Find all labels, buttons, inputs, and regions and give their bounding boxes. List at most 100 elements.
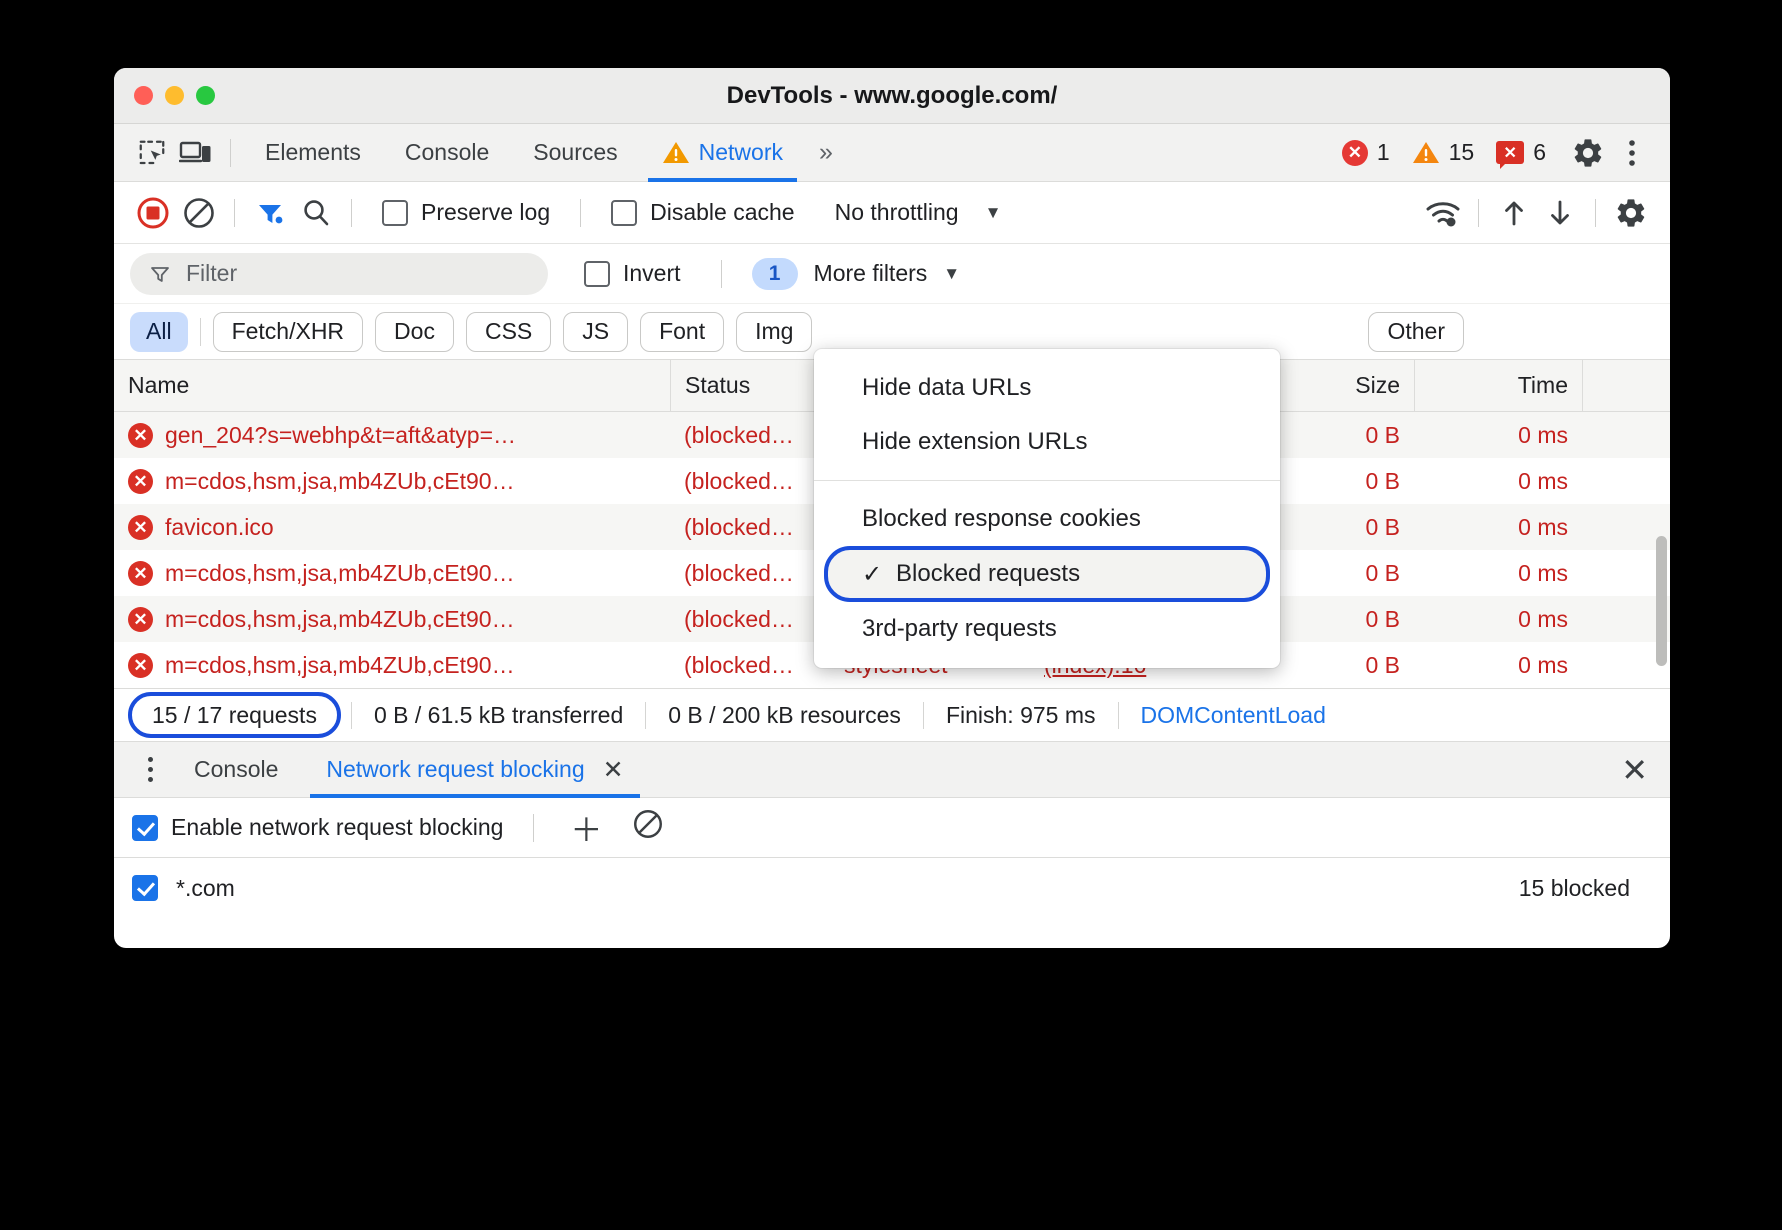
- export-har-icon[interactable]: [1537, 190, 1583, 236]
- menu-item-hide-extension-urls-label: Hide extension URLs: [862, 428, 1087, 456]
- device-toolbar-icon[interactable]: [174, 133, 218, 173]
- issues-counter[interactable]: ✕ 6: [1496, 139, 1560, 166]
- enable-blocking-checkbox[interactable]: Enable network request blocking: [132, 814, 503, 841]
- gear-icon[interactable]: [1566, 133, 1610, 173]
- menu-separator: [814, 480, 1280, 481]
- more-tabs-icon[interactable]: »: [805, 138, 843, 167]
- throttling-select[interactable]: No throttling ▼: [813, 199, 1002, 226]
- enable-blocking-box[interactable]: [132, 815, 158, 841]
- menu-item-3rd-party-requests-label: 3rd-party requests: [862, 615, 1057, 643]
- filter-input[interactable]: Filter: [130, 253, 548, 295]
- cell-time: 0 ms: [1414, 412, 1582, 458]
- close-window-button[interactable]: [134, 86, 153, 105]
- toolbar-divider: [351, 199, 352, 227]
- cell-size: 0 B: [1262, 412, 1414, 458]
- chevron-down-icon: ▼: [985, 203, 1002, 223]
- cell-size: 0 B: [1262, 550, 1414, 596]
- kebab-menu-icon[interactable]: [1610, 133, 1654, 173]
- disable-cache-label: Disable cache: [650, 199, 794, 226]
- cell-status: (blocked…: [670, 550, 830, 596]
- column-header-time[interactable]: Time: [1414, 360, 1582, 412]
- tab-elements[interactable]: Elements: [243, 124, 383, 182]
- tab-console[interactable]: Console: [383, 124, 511, 182]
- warning-triangle-icon: [662, 140, 690, 165]
- tab-network[interactable]: Network: [640, 124, 805, 182]
- maximize-window-button[interactable]: [196, 86, 215, 105]
- chip-font[interactable]: Font: [640, 312, 724, 352]
- throttling-value: No throttling: [835, 199, 959, 226]
- column-header-waterfall[interactable]: [1582, 360, 1670, 412]
- drawer-tab-console-label: Console: [194, 756, 278, 783]
- invert-box[interactable]: [584, 261, 610, 287]
- cell-status: (blocked…: [670, 504, 830, 550]
- table-scrollbar[interactable]: [1656, 536, 1667, 666]
- warning-counter[interactable]: 15: [1412, 139, 1489, 166]
- close-icon[interactable]: ✕: [603, 755, 624, 785]
- network-summary-bar: 15 / 17 requests 0 B / 61.5 kB transferr…: [114, 688, 1670, 742]
- add-pattern-icon[interactable]: ＋: [564, 805, 608, 851]
- chip-js-label: JS: [582, 318, 609, 345]
- clear-icon[interactable]: [176, 190, 222, 236]
- tab-sources[interactable]: Sources: [511, 124, 639, 182]
- pattern-enabled-checkbox[interactable]: [132, 875, 158, 901]
- drawer-close-icon[interactable]: ✕: [1621, 754, 1648, 786]
- menu-item-hide-data-urls[interactable]: Hide data URLs: [814, 361, 1280, 415]
- cell-waterfall: [1582, 458, 1670, 504]
- column-header-status[interactable]: Status: [670, 360, 830, 412]
- cell-status: (blocked…: [670, 412, 830, 458]
- blocked-pattern-row[interactable]: *.com 15 blocked: [114, 858, 1670, 918]
- menu-item-blocked-response-cookies-label: Blocked response cookies: [862, 505, 1141, 533]
- menu-item-blocked-requests[interactable]: ✓ Blocked requests: [824, 546, 1270, 602]
- menu-item-3rd-party-requests[interactable]: 3rd-party requests: [814, 602, 1280, 656]
- disable-cache-checkbox[interactable]: Disable cache: [593, 199, 812, 226]
- chip-other-label: Other: [1387, 318, 1445, 345]
- summary-requests: 15 / 17 requests: [128, 692, 341, 738]
- record-stop-icon[interactable]: [130, 190, 176, 236]
- more-filters-button[interactable]: 1 More filters ▼: [734, 258, 961, 290]
- drawer-tab-network-request-blocking[interactable]: Network request blocking ✕: [304, 742, 645, 798]
- disable-cache-box[interactable]: [611, 200, 637, 226]
- cell-name-text: gen_204?s=webhp&t=aft&atyp=…: [165, 422, 516, 449]
- preserve-log-checkbox[interactable]: Preserve log: [364, 199, 568, 226]
- chip-doc[interactable]: Doc: [375, 312, 454, 352]
- chip-other[interactable]: Other: [1368, 312, 1464, 352]
- enable-blocking-label: Enable network request blocking: [171, 814, 503, 841]
- menu-item-blocked-response-cookies[interactable]: Blocked response cookies: [814, 492, 1280, 546]
- network-settings-gear-icon[interactable]: [1608, 190, 1654, 236]
- chip-fetch-xhr-label: Fetch/XHR: [232, 318, 344, 345]
- warning-icon: [1412, 140, 1440, 165]
- chip-fetch-xhr[interactable]: Fetch/XHR: [213, 312, 363, 352]
- network-conditions-icon[interactable]: [1420, 190, 1466, 236]
- cell-name: ✕ gen_204?s=webhp&t=aft&atyp=…: [114, 412, 670, 458]
- pattern-text: *.com: [176, 875, 235, 902]
- chip-js[interactable]: JS: [563, 312, 628, 352]
- drawer-menu-icon[interactable]: [132, 757, 168, 782]
- chip-img[interactable]: Img: [736, 312, 812, 352]
- request-error-icon: ✕: [128, 561, 153, 586]
- invert-checkbox[interactable]: Invert: [548, 260, 709, 287]
- chip-css[interactable]: CSS: [466, 312, 551, 352]
- drawer-tab-console[interactable]: Console: [172, 742, 300, 798]
- menu-item-hide-extension-urls[interactable]: Hide extension URLs: [814, 415, 1280, 469]
- menu-item-hide-data-urls-label: Hide data URLs: [862, 374, 1031, 402]
- preserve-log-box[interactable]: [382, 200, 408, 226]
- inspect-element-icon[interactable]: [130, 133, 174, 173]
- error-counter[interactable]: ✕ 1: [1342, 139, 1404, 166]
- cell-name-text: favicon.ico: [165, 514, 274, 541]
- request-error-icon: ✕: [128, 423, 153, 448]
- cell-time: 0 ms: [1414, 550, 1582, 596]
- filter-icon[interactable]: [247, 190, 293, 236]
- column-header-size[interactable]: Size: [1262, 360, 1414, 412]
- column-header-name[interactable]: Name: [114, 360, 670, 412]
- minimize-window-button[interactable]: [165, 86, 184, 105]
- tab-sources-label: Sources: [533, 139, 617, 166]
- block-all-icon[interactable]: [626, 807, 670, 849]
- cell-size: 0 B: [1262, 458, 1414, 504]
- filter-input-placeholder: Filter: [186, 260, 237, 287]
- more-filters-count: 1: [752, 258, 798, 290]
- import-har-icon[interactable]: [1491, 190, 1537, 236]
- chip-all[interactable]: All: [130, 312, 188, 352]
- network-toolbar: Preserve log Disable cache No throttling…: [114, 182, 1670, 244]
- search-icon[interactable]: [293, 190, 339, 236]
- tab-console-label: Console: [405, 139, 489, 166]
